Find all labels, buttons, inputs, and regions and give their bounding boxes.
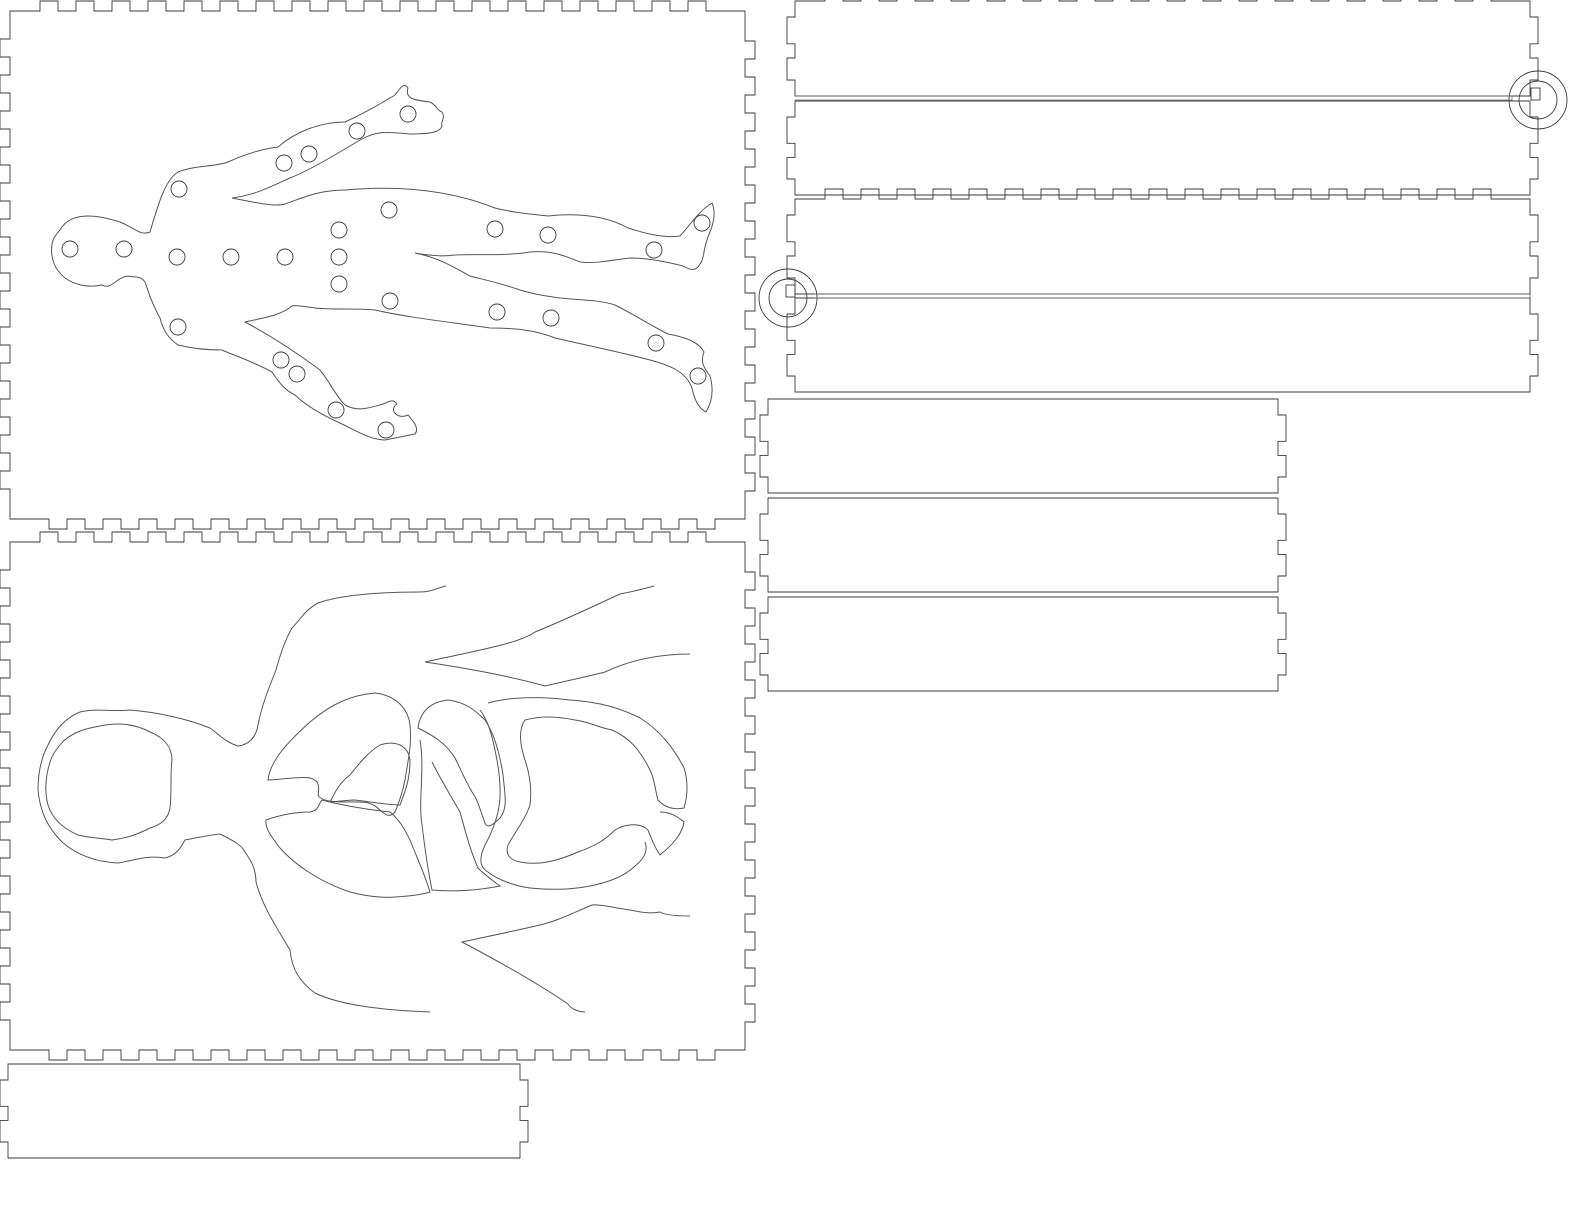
hinged-strip-upper [786, 100, 1539, 196]
marker-circle [348, 122, 366, 140]
marker-circle [222, 248, 240, 266]
box-face-panel-bottom [0, 531, 756, 1061]
laser-cut-sheet [0, 0, 1568, 1159]
marker-circle [330, 221, 348, 239]
panel-outlines [0, 0, 1568, 1159]
marker-circle [486, 220, 504, 238]
hinge-strip-gap [814, 293, 1531, 299]
marker-circle [380, 201, 398, 219]
marker-circle [377, 421, 395, 439]
esophagus-outline [419, 739, 502, 892]
marker-circle [645, 241, 663, 259]
marker-circle [381, 292, 399, 310]
hinged-strip-top [786, 0, 1539, 97]
arm-upper-outline [424, 585, 691, 687]
marker-circle [542, 309, 560, 327]
marker-circle [288, 365, 306, 383]
marker-circle [647, 334, 665, 352]
short-strip-2 [759, 497, 1287, 593]
marker-circle [275, 154, 293, 172]
intestine-outer-outline [487, 697, 688, 864]
short-strip-1 [759, 398, 1287, 494]
hinged-strip-lower [786, 297, 1539, 393]
marker-circle [327, 401, 345, 419]
marker-circle [272, 351, 290, 369]
marker-circle [168, 248, 186, 266]
side-wall-strip [0, 1063, 529, 1159]
marker-circle [693, 214, 711, 232]
hinge-slot [785, 284, 796, 298]
liver-outline [265, 799, 431, 898]
marker-circle [330, 275, 348, 293]
hinged-strip-middle [786, 188, 1539, 295]
lungs-outline [267, 692, 411, 816]
marker-circle [399, 105, 417, 123]
marker-circle [276, 248, 294, 266]
short-strip-3 [759, 596, 1287, 692]
marker-circle [539, 226, 557, 244]
hinge-strip-gap [795, 95, 1513, 101]
marker-circle [169, 318, 187, 336]
stomach-outline [417, 699, 506, 827]
marker-circle [689, 367, 707, 385]
marker-circle [170, 180, 188, 198]
marker-circle [300, 145, 318, 163]
box-face-panel-top [0, 0, 756, 530]
hinge-slot [1530, 87, 1541, 101]
marker-circle [488, 303, 506, 321]
heart-outline [329, 742, 411, 806]
arm-lower-outline [460, 904, 691, 1013]
brain-outline [45, 723, 173, 841]
head-outline [37, 585, 447, 1013]
organs-engraving [37, 585, 691, 1013]
marker-circle [330, 248, 348, 266]
marker-circle [115, 240, 133, 258]
body-silhouette [51, 85, 715, 441]
body-outline-engraving [51, 85, 715, 441]
marker-circle [61, 240, 79, 258]
